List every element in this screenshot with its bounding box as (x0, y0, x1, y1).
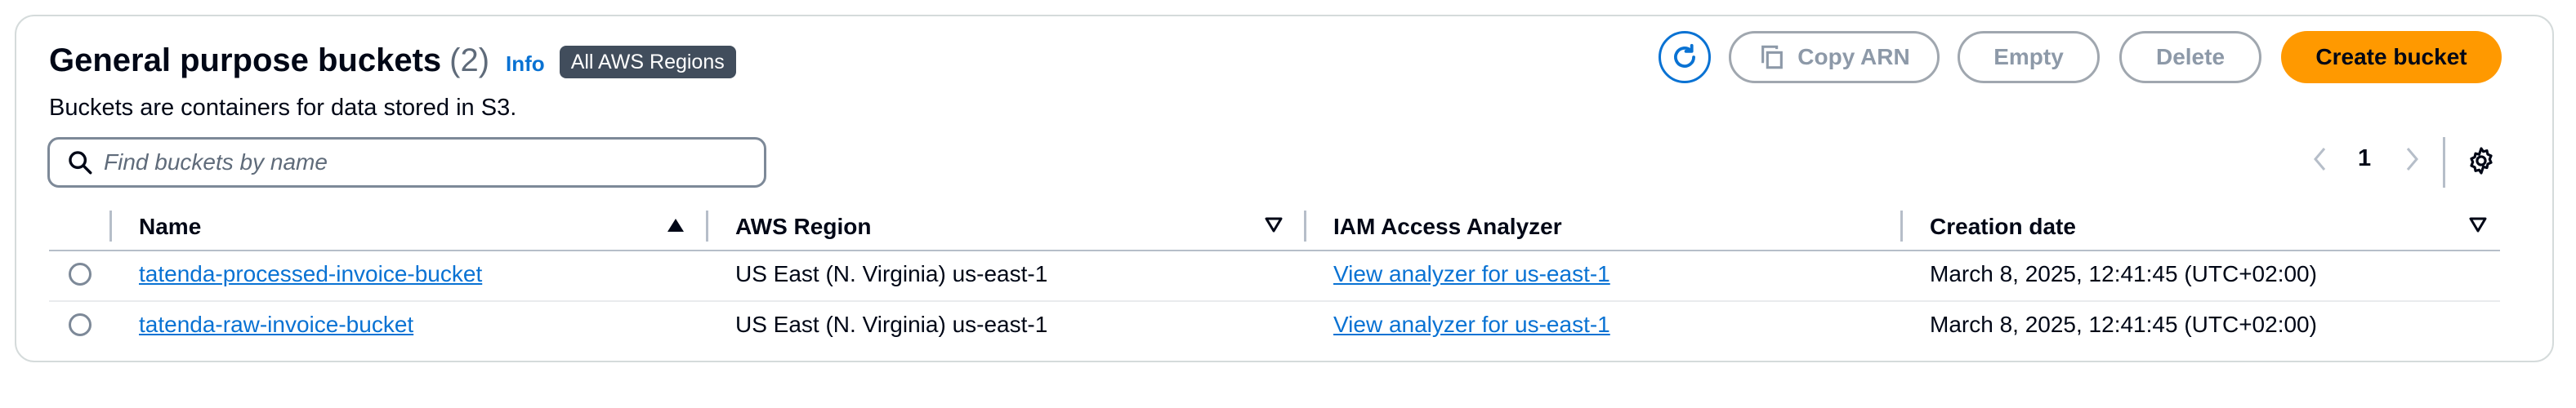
creation-date: March 8, 2025, 12:41:45 (UTC+02:00) (1930, 261, 2317, 286)
row-select-radio[interactable] (69, 263, 92, 286)
settings-gear-icon[interactable] (2466, 145, 2497, 176)
copy-arn-button[interactable]: Copy ARN (1729, 31, 1940, 83)
next-page-icon[interactable] (2402, 145, 2422, 173)
column-header-region[interactable]: AWS Region (735, 214, 871, 240)
sort-ascending-icon[interactable] (667, 217, 685, 233)
refresh-button[interactable] (1659, 31, 1711, 83)
analyzer-link[interactable]: View analyzer for us-east-1 (1333, 312, 1610, 338)
bucket-region: US East (N. Virginia) us-east-1 (735, 261, 1048, 286)
analyzer-link[interactable]: View analyzer for us-east-1 (1333, 261, 1610, 287)
bucket-name-link[interactable]: tatenda-raw-invoice-bucket (139, 312, 413, 338)
empty-label: Empty (1993, 44, 2064, 69)
column-divider (109, 211, 112, 242)
panel-header: General purpose buckets (2) Info All AWS… (49, 36, 736, 85)
info-link[interactable]: Info (506, 51, 545, 77)
delete-button[interactable]: Delete (2119, 31, 2261, 83)
row-select-radio[interactable] (69, 313, 92, 336)
create-bucket-button[interactable]: Create bucket (2281, 31, 2502, 83)
copy-arn-label: Copy ARN (1797, 44, 1910, 69)
refresh-icon (1674, 43, 1695, 68)
empty-button[interactable]: Empty (1958, 31, 2100, 83)
previous-page-icon[interactable] (2310, 145, 2330, 173)
region-badge: All AWS Regions (559, 46, 736, 78)
panel-description: Buckets are containers for data stored i… (49, 95, 517, 121)
column-divider (1900, 211, 1903, 242)
sort-descending-icon[interactable] (2469, 217, 2487, 233)
create-bucket-label: Create bucket (2315, 44, 2467, 69)
search-icon (69, 151, 92, 175)
column-divider (706, 211, 708, 242)
bucket-name-link[interactable]: tatenda-processed-invoice-bucket (139, 261, 482, 287)
search-input[interactable] (104, 149, 764, 175)
column-header-analyzer[interactable]: IAM Access Analyzer (1333, 214, 1562, 240)
creation-date: March 8, 2025, 12:41:45 (UTC+02:00) (1930, 312, 2317, 337)
row-divider (49, 300, 2500, 302)
delete-label: Delete (2155, 44, 2226, 69)
sort-descending-icon[interactable] (1265, 217, 1283, 233)
bucket-count: (2) (449, 42, 490, 78)
current-page[interactable]: 1 (2358, 145, 2371, 172)
column-divider (1304, 211, 1306, 242)
column-header-creation-date[interactable]: Creation date (1930, 214, 2076, 240)
copy-icon (1761, 45, 1784, 69)
search-box (47, 137, 766, 188)
page-title: General purpose buckets (49, 42, 442, 78)
pager-divider (2443, 137, 2445, 188)
bucket-region: US East (N. Virginia) us-east-1 (735, 312, 1048, 337)
header-divider (49, 250, 2500, 251)
column-header-name[interactable]: Name (139, 214, 201, 240)
